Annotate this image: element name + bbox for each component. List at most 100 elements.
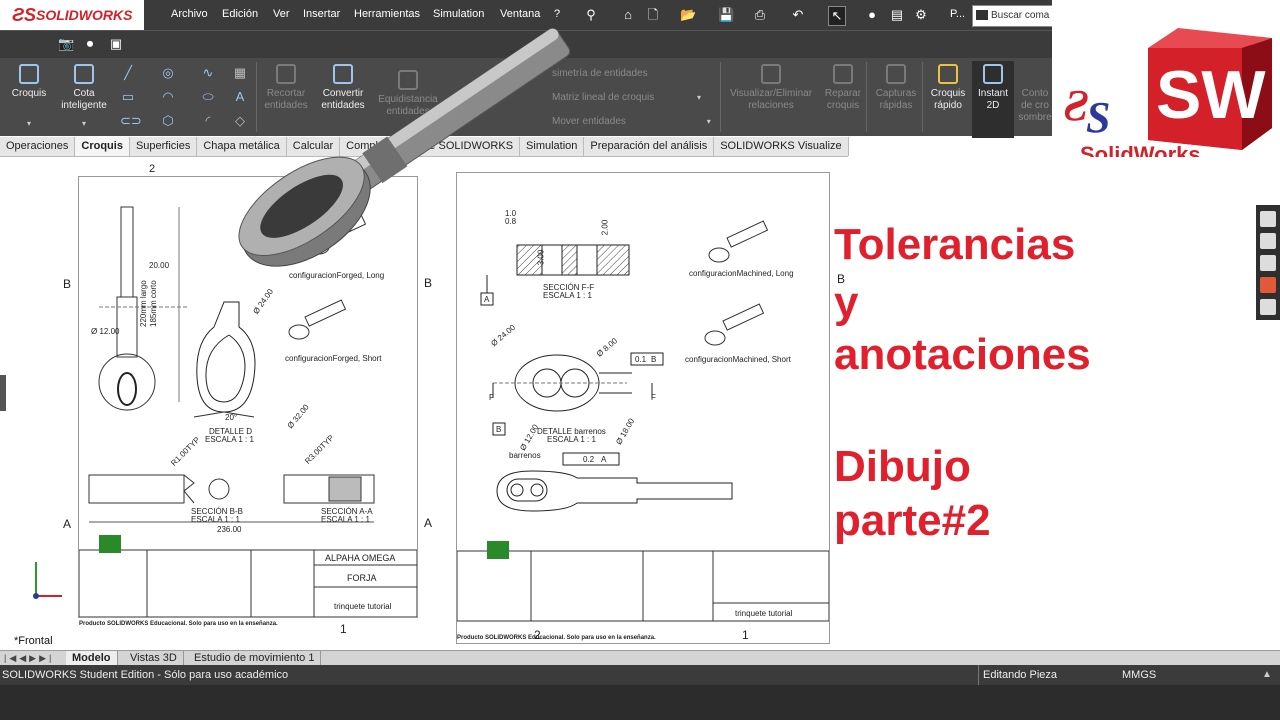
ribbon-separator xyxy=(720,62,721,132)
camera-icon[interactable]: 📷 xyxy=(58,35,74,53)
save-icon[interactable]: 💾 xyxy=(718,6,734,24)
gear-icon[interactable]: ⚙ xyxy=(913,6,929,24)
traffic-light-icon[interactable]: ● xyxy=(864,6,880,24)
edu-note: Producto SOLIDWORKS Educacional. Solo pa… xyxy=(457,635,656,641)
chevron-up-icon[interactable]: ▲ xyxy=(1262,669,1272,680)
datum-label: B xyxy=(651,355,657,364)
shaded-contour-button[interactable]: Conto de cro sombre xyxy=(1018,88,1052,124)
editing-status: Editando Pieza xyxy=(978,665,1057,685)
tab-modelo[interactable]: Modelo xyxy=(66,651,118,666)
cota-label: Cota inteligente xyxy=(61,88,107,111)
overlay-title-line2: y xyxy=(834,278,859,327)
design-library-icon[interactable] xyxy=(1260,233,1276,249)
dimension-label: Ø 12.00 xyxy=(91,327,120,336)
croquis-button[interactable]: Croquis ▾ xyxy=(6,64,52,130)
search-placeholder: Buscar coma xyxy=(991,10,1050,21)
sketch-icon xyxy=(19,64,39,84)
display-delete-relations-button[interactable]: Visualizar/Eliminar relaciones xyxy=(724,64,818,112)
view-triad-icon xyxy=(33,562,62,599)
units-selector[interactable]: MMGS xyxy=(1122,665,1156,685)
open-folder-icon[interactable]: 📂 xyxy=(680,6,696,24)
capture-icon[interactable]: ▣ xyxy=(108,35,124,53)
arc-icon[interactable]: ◠ xyxy=(160,88,176,106)
datum-label: A xyxy=(601,455,607,464)
taskbar-area xyxy=(0,685,1280,720)
repair-sketch-button[interactable]: Reparar croquis xyxy=(820,64,866,112)
zone-label: 1 xyxy=(742,628,749,642)
slot-icon[interactable]: ⊂⊃ xyxy=(120,112,142,130)
select-cursor-icon[interactable]: ↖ xyxy=(828,6,846,26)
resources-icon[interactable] xyxy=(1260,211,1276,227)
edu-note: Producto SOLIDWORKS Educacional. Solo pa… xyxy=(79,621,278,627)
zone-label: 2 xyxy=(534,628,541,642)
bottom-tabs-bar: |◀◀▶▶| Modelo Vistas 3D Estudio de movim… xyxy=(0,650,1280,666)
croquis-rapido-label: Croquis rápido xyxy=(930,88,966,111)
zone-label: B xyxy=(63,277,72,291)
overlay-title-line5: parte#2 xyxy=(834,496,991,545)
title-block-drawing: trinquete tutorial xyxy=(735,609,793,618)
view-orientation-label: *Frontal xyxy=(14,635,53,647)
scale-label: ESCALA 1 : 1 xyxy=(205,435,254,444)
croquis-label: Croquis xyxy=(11,88,47,99)
rapid-sketch-button[interactable]: Croquis rápido xyxy=(926,64,970,112)
appearances-icon[interactable] xyxy=(1260,277,1276,293)
overlay-title-line3: anotaciones xyxy=(834,330,1091,379)
tolerance-value: 0.1 xyxy=(635,355,647,364)
sw-letters: SW xyxy=(1156,57,1266,133)
datum-label: A xyxy=(484,295,490,304)
record-icon[interactable]: ⏺ xyxy=(82,35,98,53)
cut-label: F xyxy=(651,393,656,402)
tab-superficies[interactable]: Superficies xyxy=(130,137,198,156)
ds-logo-icon: ƧS xyxy=(12,4,37,25)
dimension-label: 20.00 xyxy=(149,261,170,270)
chevron-down-icon: ▾ xyxy=(706,117,711,126)
dimension-label: 185mm corto xyxy=(149,280,158,327)
status-bar: SOLIDWORKS Student Edition - Sólo para u… xyxy=(0,665,1280,685)
line-icon[interactable]: ╱ xyxy=(120,64,136,82)
title-block-company: ALPAHA OMEGA xyxy=(325,553,396,563)
zone-label: 1 xyxy=(340,622,347,636)
zone-label: A xyxy=(424,516,433,530)
tab-vistas-3d[interactable]: Vistas 3D xyxy=(124,651,184,666)
home-icon[interactable]: ⌂ xyxy=(620,6,636,24)
file-explorer-icon[interactable] xyxy=(1260,255,1276,271)
options-label[interactable]: P... xyxy=(950,8,965,20)
capturas-label: Capturas rápidas xyxy=(875,88,917,111)
undo-icon[interactable]: ↶ xyxy=(790,6,806,24)
quick-snaps-button[interactable]: Capturas rápidas xyxy=(870,64,922,112)
overlay-title-line1: Tolerancias xyxy=(834,220,1076,269)
search-input[interactable]: Buscar coma xyxy=(972,5,1054,27)
chevron-down-icon: ▾ xyxy=(81,119,86,128)
dimension-label: 236.00 xyxy=(217,525,242,534)
file-properties-icon[interactable]: ▤ xyxy=(889,6,905,24)
polygon-icon[interactable]: ⬡ xyxy=(160,112,176,130)
feature-tree-toggle[interactable] xyxy=(0,375,6,411)
tab-estudio-movimiento[interactable]: Estudio de movimiento 1 xyxy=(188,651,322,666)
status-text: SOLIDWORKS Student Edition - Sólo para u… xyxy=(2,669,289,681)
ratchet-3d-model[interactable] xyxy=(195,10,615,280)
tab-croquis[interactable]: Croquis xyxy=(75,137,130,156)
smart-dimension-button[interactable]: Cota inteligente ▾ xyxy=(54,64,114,130)
instant2d-label: Instant 2D xyxy=(977,88,1009,111)
tab-operaciones[interactable]: Operaciones xyxy=(0,137,76,156)
instant-2d-icon xyxy=(983,64,1003,84)
print-icon[interactable]: ⎙ xyxy=(752,6,768,24)
solidworks-logo[interactable]: ƧS SOLIDWORKS xyxy=(0,0,144,30)
rapid-sketch-icon xyxy=(938,64,958,84)
circle-icon[interactable]: ◎ xyxy=(160,64,176,82)
task-pane-bar xyxy=(1256,205,1280,320)
repair-icon xyxy=(833,64,853,84)
rectangle-icon[interactable]: ▭ xyxy=(120,88,136,106)
contorno-label: Conto de cro sombre xyxy=(1018,88,1052,123)
datum-label: B xyxy=(496,425,502,434)
terminal-icon xyxy=(976,10,988,21)
svg-text:S: S xyxy=(1086,93,1110,142)
title-block-part: FORJA xyxy=(347,573,377,583)
instant-2d-button[interactable]: Instant 2D xyxy=(972,61,1014,138)
configuration-label: configuracionMachined, Short xyxy=(685,355,791,364)
tab-solidworks-visualize[interactable]: SOLIDWORKS Visualize xyxy=(714,137,849,156)
custom-properties-icon[interactable] xyxy=(1260,299,1276,315)
tab-nav-arrows-icon[interactable]: |◀◀▶▶| xyxy=(4,653,54,664)
title-block-drawing: trinquete tutorial xyxy=(334,602,392,611)
new-document-icon[interactable]: 🗋 xyxy=(645,6,661,24)
